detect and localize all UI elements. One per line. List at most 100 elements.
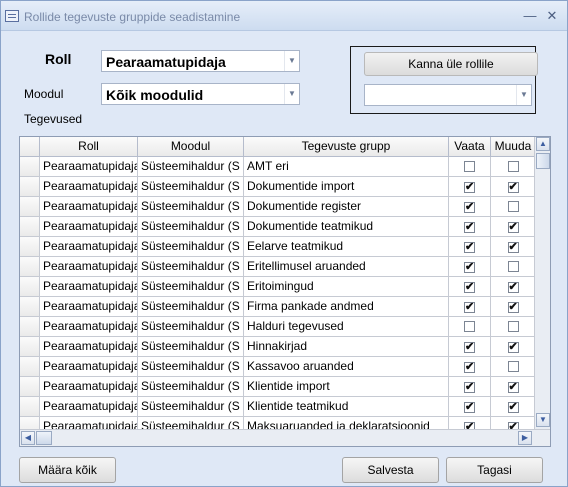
vaata-checkbox[interactable]: ✔	[464, 382, 475, 393]
table-row[interactable]: Pearaamatupidaja Süsteemihaldur (S Eritoim…	[20, 277, 536, 297]
column-header-moodul[interactable]: Moodul	[138, 137, 244, 157]
muuda-checkbox[interactable]: ✔	[507, 242, 519, 253]
vaata-checkbox[interactable]: ✔	[464, 302, 475, 313]
cell-moodul[interactable]: Süsteemihaldur (S	[138, 157, 244, 177]
cell-roll[interactable]: Pearaamatupidaja	[40, 357, 138, 377]
vaata-checkbox[interactable]: ✔	[464, 222, 475, 233]
row-selector[interactable]	[20, 397, 40, 417]
table-row[interactable]: Pearaamatupidaja Süsteemihaldur (S Dokumen…	[20, 217, 536, 237]
vaata-checkbox[interactable]	[464, 161, 475, 172]
muuda-checkbox[interactable]	[507, 261, 519, 272]
scroll-left-icon[interactable]: ◀	[21, 431, 35, 445]
horizontal-scrollbar[interactable]: ◀ ▶	[20, 429, 550, 446]
cell-moodul[interactable]: Süsteemihaldur (S	[138, 217, 244, 237]
cell-grupp[interactable]: Eritoimingud	[244, 277, 449, 297]
vaata-checkbox[interactable]: ✔	[464, 362, 475, 373]
chevron-down-icon[interactable]: ▼	[284, 51, 299, 71]
muuda-checkbox[interactable]: ✔	[507, 302, 519, 313]
muuda-checkbox[interactable]	[507, 161, 519, 172]
muuda-checkbox[interactable]: ✔	[507, 182, 519, 193]
cell-roll[interactable]: Pearaamatupidaja	[40, 337, 138, 357]
cell-grupp[interactable]: Eelarve teatmikud	[244, 237, 449, 257]
vaata-checkbox[interactable]: ✔	[464, 182, 475, 193]
table-row[interactable]: Pearaamatupidaja Süsteemihaldur (S Kassavo…	[20, 357, 536, 377]
column-header-roll[interactable]: Roll	[40, 137, 138, 157]
row-selector[interactable]	[20, 377, 40, 397]
scroll-up-icon[interactable]: ▲	[536, 137, 550, 151]
table-row[interactable]: Pearaamatupidaja Süsteemihaldur (S Klienti…	[20, 377, 536, 397]
cell-moodul[interactable]: Süsteemihaldur (S	[138, 337, 244, 357]
maara-koik-button[interactable]: Määra kõik	[19, 457, 116, 483]
cell-roll[interactable]: Pearaamatupidaja	[40, 377, 138, 397]
cell-moodul[interactable]: Süsteemihaldur (S	[138, 257, 244, 277]
cell-grupp[interactable]: Eritellimusel aruanded	[244, 257, 449, 277]
close-icon[interactable]: ✕	[543, 7, 561, 25]
cell-roll[interactable]: Pearaamatupidaja	[40, 257, 138, 277]
muuda-checkbox[interactable]: ✔	[507, 282, 519, 293]
muuda-checkbox[interactable]: ✔	[507, 342, 519, 353]
cell-grupp[interactable]: Hinnakirjad	[244, 337, 449, 357]
vaata-checkbox[interactable]: ✔	[464, 342, 475, 353]
cell-grupp[interactable]: Klientide teatmikud	[244, 397, 449, 417]
moodul-select[interactable]: Kõik moodulid ▼	[101, 83, 300, 105]
column-header-vaata[interactable]: Vaata	[449, 137, 491, 157]
row-selector[interactable]	[20, 217, 40, 237]
muuda-checkbox[interactable]: ✔	[507, 222, 519, 233]
cell-roll[interactable]: Pearaamatupidaja	[40, 277, 138, 297]
cell-grupp[interactable]: Dokumentide register	[244, 197, 449, 217]
cell-roll[interactable]: Pearaamatupidaja	[40, 177, 138, 197]
cell-moodul[interactable]: Süsteemihaldur (S	[138, 197, 244, 217]
cell-grupp[interactable]: Klientide import	[244, 377, 449, 397]
table-row[interactable]: Pearaamatupidaja Süsteemihaldur (S Firma p…	[20, 297, 536, 317]
vaata-checkbox[interactable]: ✔	[464, 242, 475, 253]
row-selector[interactable]	[20, 277, 40, 297]
chevron-down-icon[interactable]: ▼	[284, 84, 299, 104]
cell-roll[interactable]: Pearaamatupidaja	[40, 197, 138, 217]
muuda-checkbox[interactable]	[507, 321, 519, 332]
table-row[interactable]: Pearaamatupidaja Süsteemihaldur (S Halduri…	[20, 317, 536, 337]
table-row[interactable]: Pearaamatupidaja Süsteemihaldur (S Eritell…	[20, 257, 536, 277]
cell-grupp[interactable]: Halduri tegevused	[244, 317, 449, 337]
row-selector[interactable]	[20, 177, 40, 197]
kanna-ule-rollile-button[interactable]: Kanna üle rollile	[364, 52, 538, 76]
cell-moodul[interactable]: Süsteemihaldur (S	[138, 237, 244, 257]
column-header-grupp[interactable]: Tegevuste grupp	[244, 137, 449, 157]
table-row[interactable]: Pearaamatupidaja Süsteemihaldur (S Dokumen…	[20, 197, 536, 217]
cell-roll[interactable]: Pearaamatupidaja	[40, 297, 138, 317]
cell-grupp[interactable]: Dokumentide teatmikud	[244, 217, 449, 237]
vertical-scrollbar[interactable]: ▲ ▼	[534, 137, 550, 429]
muuda-checkbox[interactable]: ✔	[507, 382, 519, 393]
row-selector[interactable]	[20, 157, 40, 177]
table-row[interactable]: Pearaamatupidaja Süsteemihaldur (S Eelarve…	[20, 237, 536, 257]
table-row[interactable]: Pearaamatupidaja Süsteemihaldur (S Dokumen…	[20, 177, 536, 197]
cell-moodul[interactable]: Süsteemihaldur (S	[138, 177, 244, 197]
cell-moodul[interactable]: Süsteemihaldur (S	[138, 377, 244, 397]
row-selector[interactable]	[20, 357, 40, 377]
row-selector[interactable]	[20, 197, 40, 217]
target-role-select[interactable]: ▼	[364, 84, 532, 106]
muuda-checkbox[interactable]	[507, 361, 519, 372]
vaata-checkbox[interactable]: ✔	[464, 262, 475, 273]
vaata-checkbox[interactable]: ✔	[464, 202, 475, 213]
vertical-scroll-thumb[interactable]	[536, 153, 550, 169]
cell-moodul[interactable]: Süsteemihaldur (S	[138, 357, 244, 377]
table-row[interactable]: Pearaamatupidaja Süsteemihaldur (S Klienti…	[20, 397, 536, 417]
cell-roll[interactable]: Pearaamatupidaja	[40, 317, 138, 337]
cell-roll[interactable]: Pearaamatupidaja	[40, 157, 138, 177]
table-row[interactable]: Pearaamatupidaja Süsteemihaldur (S AMT eri	[20, 157, 536, 177]
tagasi-button[interactable]: Tagasi	[446, 457, 543, 483]
roll-select[interactable]: Pearaamatupidaja ▼	[101, 50, 300, 72]
cell-grupp[interactable]: Firma pankade andmed	[244, 297, 449, 317]
chevron-down-icon[interactable]: ▼	[516, 85, 531, 105]
vaata-checkbox[interactable]: ✔	[464, 402, 475, 413]
muuda-checkbox[interactable]	[507, 201, 519, 212]
column-header-muuda[interactable]: Muuda	[491, 137, 536, 157]
scroll-down-icon[interactable]: ▼	[536, 413, 550, 427]
cell-moodul[interactable]: Süsteemihaldur (S	[138, 317, 244, 337]
row-selector[interactable]	[20, 257, 40, 277]
row-selector[interactable]	[20, 337, 40, 357]
minimize-icon[interactable]: —	[521, 7, 539, 25]
vaata-checkbox[interactable]	[464, 321, 475, 332]
cell-roll[interactable]: Pearaamatupidaja	[40, 397, 138, 417]
cell-moodul[interactable]: Süsteemihaldur (S	[138, 397, 244, 417]
